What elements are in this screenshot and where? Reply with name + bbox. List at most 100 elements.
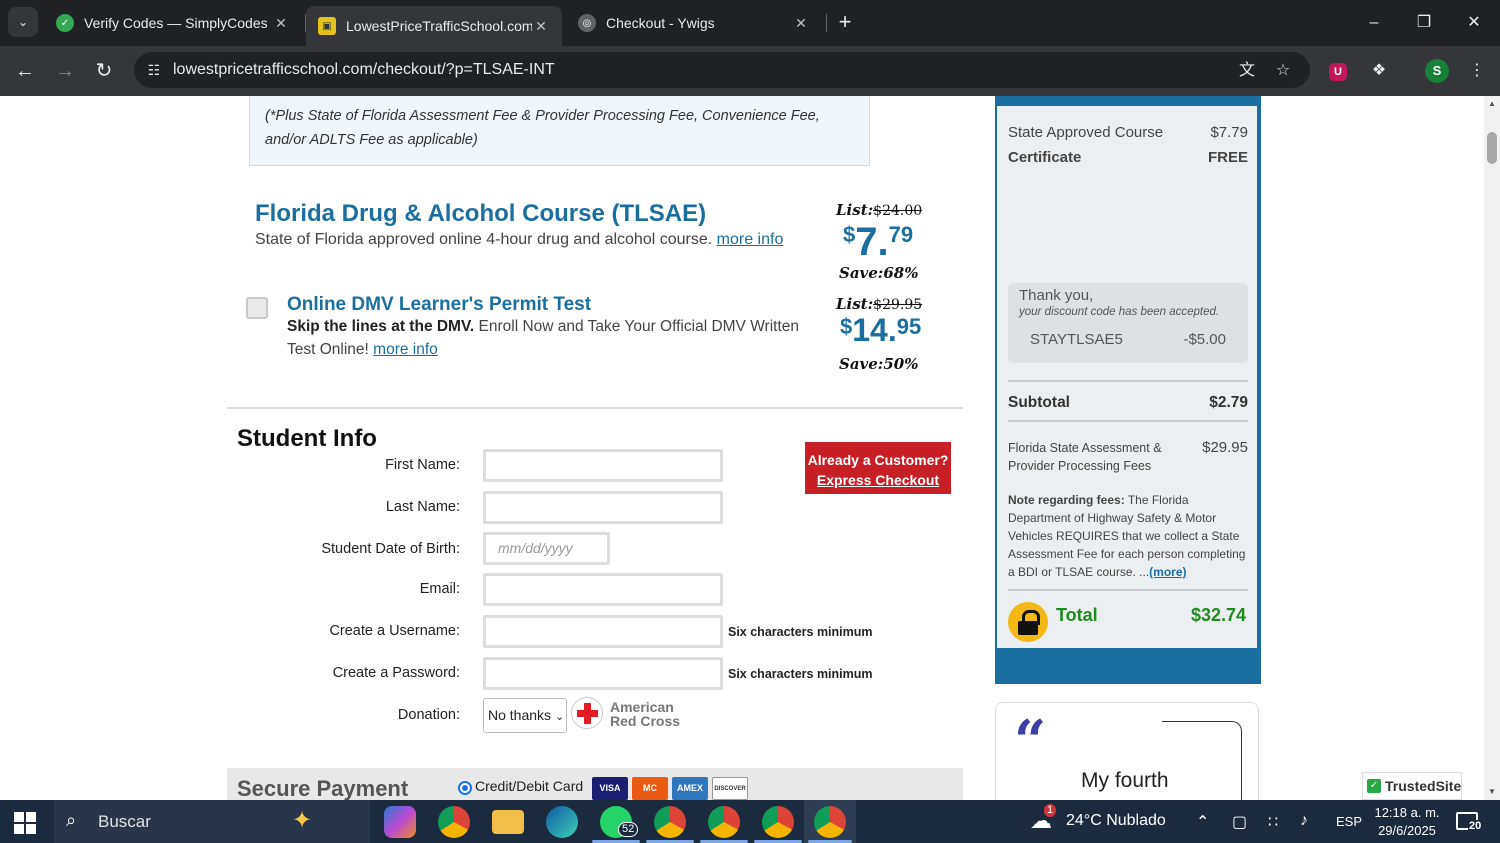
tab-title: Verify Codes — SimplyCodes <box>84 15 268 31</box>
discount-thanks: Thank you, <box>1019 287 1094 304</box>
save-percent: Save:50% <box>839 355 919 373</box>
back-arrow-icon[interactable]: ← <box>10 56 40 86</box>
more-info-link[interactable]: more info <box>717 231 784 248</box>
discount-accepted-box: Thank you, your discount code has been a… <box>1008 283 1248 363</box>
chrome-profile-app-icon[interactable] <box>814 806 846 838</box>
edge-app-icon[interactable] <box>546 806 578 838</box>
windows-taskbar: ⌕ Buscar ✦ 52 ☁ 1 24°C Nublado ⌃ ▢ ∷ ♪ E… <box>0 800 1500 843</box>
speaker-icon[interactable]: ♪ <box>1300 812 1308 830</box>
last-name-input[interactable] <box>483 491 723 524</box>
sale-price: $14.95 <box>840 312 922 348</box>
student-info-heading: Student Info <box>237 425 377 452</box>
list-price-value: $24.00 <box>873 203 923 219</box>
scroll-up-icon[interactable]: ▲ <box>1484 96 1500 112</box>
weather-text[interactable]: 24°C Nublado <box>1066 812 1166 830</box>
dob-input[interactable]: mm/dd/yyyy <box>483 532 610 565</box>
credit-card-label: Credit/Debit Card <box>475 778 584 794</box>
email-input[interactable] <box>483 573 723 606</box>
express-checkout-button[interactable]: Already a Customer? Express Checkout <box>805 442 951 494</box>
password-hint: Six characters minimum <box>728 667 873 681</box>
close-window-icon[interactable]: ✕ <box>1454 8 1494 38</box>
new-tab-plus-icon[interactable]: + <box>832 10 858 36</box>
bookmark-star-icon[interactable]: ☆ <box>1272 60 1294 82</box>
copilot-app-icon[interactable] <box>384 806 416 838</box>
username-hint: Six characters minimum <box>728 625 873 639</box>
username-label: Create a Username: <box>329 623 460 639</box>
file-explorer-icon[interactable] <box>492 810 524 834</box>
close-tab-icon[interactable]: ✕ <box>792 15 810 32</box>
copilot-sparkle-icon: ✦ <box>292 807 313 834</box>
close-tab-icon[interactable]: ✕ <box>272 15 290 32</box>
whatsapp-badge: 52 <box>618 822 639 837</box>
chrome-app-icon[interactable] <box>438 806 470 838</box>
check-icon: ✓ <box>1367 779 1381 793</box>
profile-avatar[interactable]: S <box>1425 59 1449 83</box>
chrome-profile-app-icon[interactable] <box>654 806 686 838</box>
extension-shield-icon[interactable]: U <box>1325 58 1351 84</box>
donation-select[interactable]: No thanks ⌄ <box>483 698 567 733</box>
red-cross-text: American Red Cross <box>610 699 681 729</box>
first-name-input[interactable] <box>483 449 723 482</box>
simplycodes-favicon-icon: ✓ <box>56 14 74 32</box>
username-input[interactable] <box>483 615 723 648</box>
dmv-permit-checkbox[interactable] <box>246 297 268 319</box>
traffic-school-favicon-icon: ▣ <box>318 17 336 35</box>
globe-favicon-icon: ◎ <box>578 14 596 32</box>
tab-title: LowestPriceTrafficSchool.com <box>346 18 532 34</box>
tab-search-chevron-icon[interactable]: ⌄ <box>8 7 38 37</box>
weather-badge: 1 <box>1044 804 1057 817</box>
sale-price: $7.79 <box>843 220 914 264</box>
summary-divider <box>1008 589 1248 591</box>
scrollbar-thumb[interactable] <box>1487 132 1497 164</box>
fee-note-text: (*Plus State of Florida Assessment Fee &… <box>265 108 820 148</box>
windows-start-icon[interactable] <box>14 812 36 834</box>
forward-arrow-icon[interactable]: → <box>50 56 80 86</box>
order-summary-inner: State Approved Course $7.79 Certificate … <box>997 106 1257 648</box>
password-label: Create a Password: <box>332 665 460 681</box>
language-indicator[interactable]: ESP <box>1336 814 1362 829</box>
menu-kebab-icon[interactable]: ⋮ <box>1464 58 1490 84</box>
search-icon: ⌕ <box>66 810 77 830</box>
tab-simplycodes[interactable]: ✓ Verify Codes — SimplyCodes ✕ <box>44 6 302 40</box>
wifi-icon[interactable]: ∷ <box>1268 812 1278 832</box>
credit-card-radio[interactable] <box>458 781 472 795</box>
more-info-link[interactable]: more info <box>373 341 438 358</box>
course-desc-tlsae: State of Florida approved online 4-hour … <box>255 231 784 248</box>
order-summary-panel: State Approved Course $7.79 Certificate … <box>995 96 1261 684</box>
amex-icon: AMEX <box>672 777 708 800</box>
page-scrollbar[interactable]: ▲ ▼ <box>1484 96 1500 800</box>
chrome-profile-app-icon[interactable] <box>762 806 794 838</box>
tab-separator <box>826 14 827 32</box>
last-name-label: Last Name: <box>385 499 460 515</box>
taskbar-clock[interactable]: 12:18 a. m. 29/6/2025 <box>1372 804 1442 840</box>
close-tab-icon[interactable]: ✕ <box>532 18 550 35</box>
fees-more-link[interactable]: (more) <box>1149 565 1186 579</box>
dob-label: Student Date of Birth: <box>321 541 460 557</box>
discount-accepted-note: your discount code has been accepted. <box>1019 306 1220 318</box>
chrome-profile-app-icon[interactable] <box>708 806 740 838</box>
notification-center-icon[interactable]: 20 <box>1456 812 1483 832</box>
scroll-down-icon[interactable]: ▼ <box>1484 784 1500 800</box>
site-info-tune-icon[interactable]: ☷ <box>144 60 164 80</box>
summary-row-subtotal: Subtotal $2.79 <box>1008 394 1248 411</box>
address-bar[interactable]: ☷ lowestpricetrafficschool.com/checkout/… <box>134 52 1310 88</box>
tab-title: Checkout - Ywigs <box>606 15 715 31</box>
trustedsite-badge[interactable]: ✓ TrustedSite <box>1362 772 1462 800</box>
tab-lowestpricetrafficschool[interactable]: ▣ LowestPriceTrafficSchool.com ✕ <box>306 6 562 46</box>
minimize-icon[interactable]: – <box>1354 8 1394 38</box>
taskbar-search-box[interactable]: ⌕ Buscar ✦ <box>54 800 370 843</box>
tab-checkout-ywigs[interactable]: ◎ Checkout - Ywigs ✕ <box>566 6 822 40</box>
testimonial-frame <box>1162 721 1242 800</box>
visa-icon: VISA <box>592 777 628 800</box>
restore-icon[interactable]: ❐ <box>1404 8 1444 38</box>
reload-icon[interactable]: ↻ <box>89 56 119 86</box>
extensions-puzzle-icon[interactable]: ❖ <box>1366 58 1392 84</box>
meet-now-icon[interactable]: ▢ <box>1232 812 1247 832</box>
password-input[interactable] <box>483 657 723 690</box>
summary-row-course: State Approved Course $7.79 <box>1008 124 1248 141</box>
summary-row-certificate: Certificate FREE <box>1008 149 1248 166</box>
url-text[interactable]: lowestpricetrafficschool.com/checkout/?p… <box>173 52 555 88</box>
mastercard-icon: MC <box>632 777 668 800</box>
translate-icon[interactable]: 文 <box>1236 60 1258 82</box>
tray-chevron-up-icon[interactable]: ⌃ <box>1196 812 1209 832</box>
